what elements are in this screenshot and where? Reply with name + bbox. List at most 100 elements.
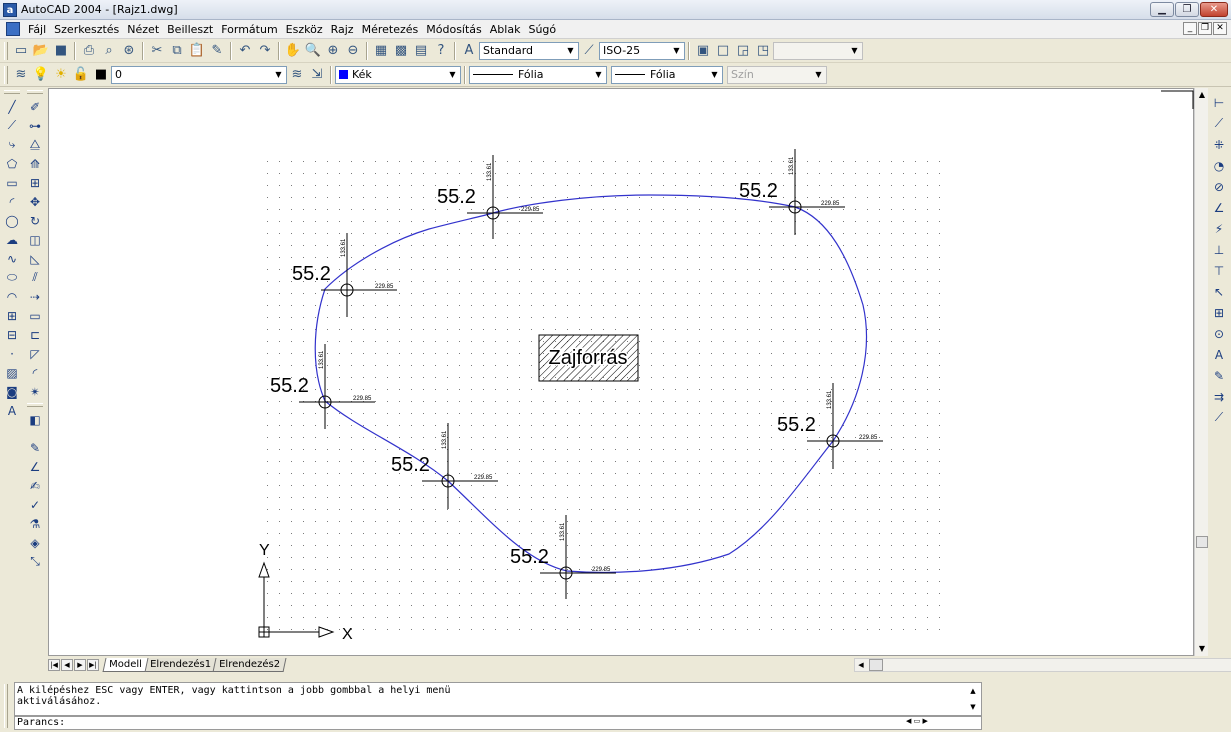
tab-layout2[interactable]: Elrendezés2 [212,658,287,672]
single-viewport-icon[interactable]: □ [714,42,732,60]
edit-block-icon[interactable]: ◈ [26,533,44,552]
dim-style-select[interactable]: ISO-25 ▼ [599,41,685,60]
revision-cloud-icon[interactable]: ☁ [3,230,21,249]
linear-dimension-icon[interactable]: ⊢ [1210,92,1228,113]
publish-icon[interactable]: ⊛ [120,42,138,60]
zoom-realtime-icon[interactable]: 🔍 [304,42,322,60]
open-folder-icon[interactable]: 📂 [32,42,50,60]
mirror-icon[interactable]: ⧋ [26,135,44,154]
text-style-select[interactable]: Standard ▼ [479,41,579,60]
circle-icon[interactable]: ◯ [3,211,21,230]
print-preview-icon[interactable]: ⌕ [100,42,118,60]
drawing-area[interactable]: Zajforrás 55.2 133.61 229.85 55.2 133.61… [48,88,1194,656]
tab-layout1[interactable]: Elrendezés1 [143,658,218,672]
properties-icon[interactable]: ▦ [372,42,390,60]
tool-palettes-icon[interactable]: ▤ [412,42,430,60]
draw-order-icon[interactable]: ◧ [26,410,44,429]
extend-icon[interactable]: ⇢ [26,287,44,306]
scroll-down-icon[interactable]: ▼ [1195,642,1209,656]
baseline-dimension-icon[interactable]: ⊥ [1210,239,1228,260]
help-icon[interactable]: ? [432,42,450,60]
toolbar-grip[interactable] [4,65,8,84]
line-icon[interactable]: ╱ [3,97,21,116]
doc-restore-button[interactable]: ❐ [1198,22,1212,35]
drawing-canvas[interactable]: Zajforrás 55.2 133.61 229.85 55.2 133.61… [49,89,1195,657]
erase-icon[interactable]: ✐ [26,97,44,116]
spline-icon[interactable]: ∿ [3,249,21,268]
paste-icon[interactable]: 📋 [188,42,206,60]
region-icon[interactable]: ◙ [3,382,21,401]
autocad-app-icon[interactable]: a [3,2,17,17]
dimension-style-icon[interactable]: ⟋ [1210,407,1228,428]
menu-format[interactable]: Formátum [217,23,281,36]
join-icon[interactable]: ⊏ [26,325,44,344]
rotate-icon[interactable]: ↻ [26,211,44,230]
chevron-down-icon[interactable]: ▼ [271,67,286,83]
menu-help[interactable]: Súgó [524,23,560,36]
lineweight-select[interactable]: Fólia ▼ [611,65,723,84]
ellipse-arc-icon[interactable]: ◠ [3,287,21,306]
cut-icon[interactable]: ✂ [148,42,166,60]
radius-dimension-icon[interactable]: ◔ [1210,155,1228,176]
undo-icon[interactable]: ↶ [236,42,254,60]
plot-style-select[interactable]: Szín ▼ [727,65,827,84]
tolerance-icon[interactable]: ⊞ [1210,302,1228,323]
print-icon[interactable]: ⎙ [80,42,98,60]
edit-attribute-icon[interactable]: ✓ [26,495,44,514]
rectangle-icon[interactable]: ▭ [3,173,21,192]
menu-draw[interactable]: Rajz [327,23,358,36]
match-properties-icon[interactable]: ✎ [208,42,226,60]
edit-hatch-icon[interactable]: ⚗ [26,514,44,533]
menu-file[interactable]: Fájl [24,23,50,36]
command-input[interactable]: Parancs: [14,716,982,730]
dimension-edit-icon[interactable]: A [1210,344,1228,365]
dimension-update-icon[interactable]: ⇉ [1210,386,1228,407]
clip-viewport-icon[interactable]: ◳ [754,42,772,60]
aligned-dimension-icon[interactable]: ⟋ [1210,113,1228,134]
ordinate-dimension-icon[interactable]: ⁜ [1210,134,1228,155]
make-block-icon[interactable]: ⊟ [3,325,21,344]
scroll-up-icon[interactable]: ▲ [1195,88,1209,102]
explode-icon[interactable]: ✴ [26,382,44,401]
copy-object-icon[interactable]: ⊶ [26,116,44,135]
center-mark-icon[interactable]: ⊙ [1210,323,1228,344]
hatch-icon[interactable]: ▨ [3,363,21,382]
diameter-dimension-icon[interactable]: ⊘ [1210,176,1228,197]
polygonal-viewport-icon[interactable]: ◲ [734,42,752,60]
viewport-icon[interactable]: ▣ [694,42,712,60]
quick-leader-icon[interactable]: ↖ [1210,281,1228,302]
edit-spline-icon[interactable]: ∠ [26,457,44,476]
point-icon[interactable]: · [3,344,21,363]
angular-dimension-icon[interactable]: ∠ [1210,197,1228,218]
make-layer-current-icon[interactable]: ≋ [288,66,306,84]
text-style-icon[interactable]: A [460,42,478,60]
menu-dimension[interactable]: Méretezés [358,23,423,36]
scroll-left-icon[interactable]: ◀ [855,659,867,671]
document-icon[interactable] [6,22,20,36]
chevron-down-icon[interactable]: ▼ [707,67,722,83]
first-tab-icon[interactable]: |◀ [48,659,60,671]
toolbar-grip[interactable] [4,41,8,60]
zoom-window-icon[interactable]: ⊕ [324,42,342,60]
arc-icon[interactable]: ◜ [3,192,21,211]
chevron-down-icon[interactable]: ▼ [669,43,684,59]
vertical-scroll-thumb[interactable] [1196,536,1208,548]
fillet-icon[interactable]: ◜ [26,363,44,382]
restore-button[interactable]: ❐ [1175,2,1199,17]
edit-xref-icon[interactable]: ⤡ [26,552,44,571]
minimize-button[interactable]: ▁ [1150,2,1174,17]
multiline-text-icon[interactable]: A [3,401,21,420]
pan-icon[interactable]: ✋ [284,42,302,60]
ellipse-icon[interactable]: ⬭ [3,268,21,287]
zoom-previous-icon[interactable]: ⊖ [344,42,362,60]
new-file-icon[interactable]: ▭ [12,42,30,60]
doc-minimize-button[interactable]: _ [1183,22,1197,35]
prev-tab-icon[interactable]: ◀ [61,659,73,671]
vertical-scrollbar[interactable]: ▲ ▼ [1194,88,1208,656]
construction-line-icon[interactable]: ⟋ [3,116,21,135]
next-tab-icon[interactable]: ▶ [74,659,86,671]
design-center-icon[interactable]: ▩ [392,42,410,60]
tab-model[interactable]: Modell [102,658,149,672]
stretch-icon[interactable]: ◺ [26,249,44,268]
trim-icon[interactable]: ⫽ [26,268,44,287]
